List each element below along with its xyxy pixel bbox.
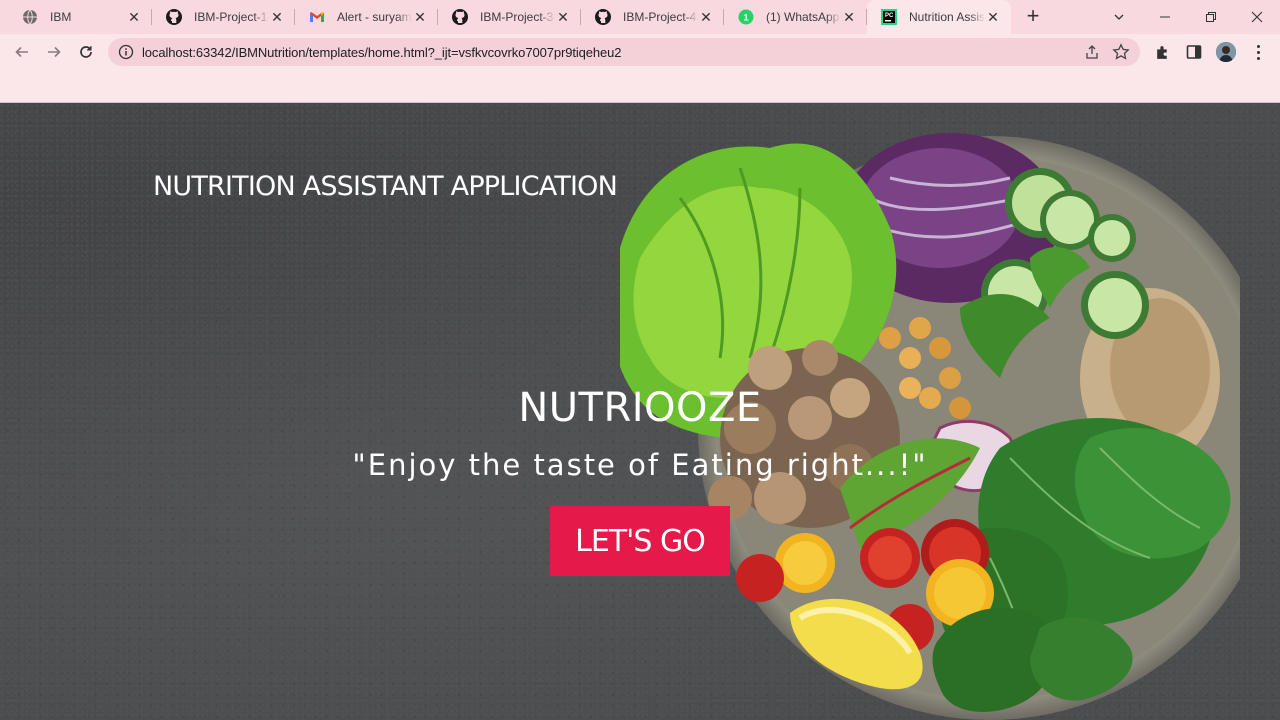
minimize-icon [1160, 16, 1170, 18]
bookmark-star-icon[interactable] [1112, 43, 1130, 61]
browser-toolbar: localhost:63342/IBMNutrition/templates/h… [0, 34, 1280, 70]
tab-github-project-14[interactable]: IBM-Project-14 ✕ [152, 0, 295, 34]
reload-button[interactable] [72, 38, 100, 66]
tab-github-project-30[interactable]: IBM-Project-30 ✕ [438, 0, 581, 34]
new-tab-button[interactable]: + [1021, 5, 1045, 29]
close-tab-icon[interactable]: ✕ [841, 9, 857, 25]
puzzle-icon [1156, 45, 1167, 59]
close-tab-icon[interactable]: ✕ [269, 9, 285, 25]
browser-menu-button[interactable] [1250, 42, 1266, 62]
tab-label: Nutrition Assis [909, 10, 985, 24]
forward-button[interactable] [40, 38, 68, 66]
tab-strip: IBM ✕ IBM-Project-14 ✕ Alert - suryamu ✕… [0, 0, 1280, 34]
side-panel-button[interactable] [1184, 42, 1204, 62]
close-tab-icon[interactable]: ✕ [412, 9, 428, 25]
tab-label: IBM-Project-43 [623, 10, 698, 24]
address-bar[interactable]: localhost:63342/IBMNutrition/templates/h… [108, 38, 1140, 66]
close-tab-icon[interactable]: ✕ [698, 9, 714, 25]
restore-button[interactable] [1188, 0, 1234, 34]
tab-whatsapp[interactable]: 1 (1) WhatsApp ✕ [724, 0, 867, 34]
tab-gmail-alert[interactable]: Alert - suryamu ✕ [295, 0, 438, 34]
extensions-button[interactable] [1152, 42, 1172, 62]
brand-name: NUTRIOOZE [518, 385, 762, 431]
tab-label: Alert - suryamu [337, 10, 412, 24]
tab-github-project-43[interactable]: IBM-Project-43 ✕ [581, 0, 724, 34]
close-tab-icon[interactable]: ✕ [555, 9, 571, 25]
pycharm-icon: PC [881, 9, 897, 25]
tab-label: IBM-Project-14 [194, 10, 269, 24]
reload-icon [80, 46, 92, 58]
close-icon [1251, 11, 1263, 23]
profile-avatar[interactable] [1216, 42, 1236, 62]
svg-text:1: 1 [743, 13, 748, 23]
github-icon [452, 9, 468, 25]
globe-icon [22, 9, 38, 25]
hero-section: NUTRITION ASSISTANT APPLICATION NUTRIOOZ… [0, 103, 1280, 720]
tagline: "Enjoy the taste of Eating right...!" [352, 448, 928, 482]
info-icon[interactable] [118, 44, 134, 60]
tab-label: IBM [50, 10, 72, 24]
app-title: NUTRITION ASSISTANT APPLICATION [153, 171, 618, 202]
close-tab-icon[interactable]: ✕ [126, 9, 142, 25]
restore-icon [1206, 12, 1216, 22]
arrow-left-icon [15, 46, 28, 58]
gmail-icon [309, 9, 325, 25]
tab-label: IBM-Project-30 [480, 10, 555, 24]
close-tab-icon[interactable]: ✕ [985, 9, 1001, 25]
tab-label: (1) WhatsApp [766, 10, 840, 24]
side-panel-icon [1186, 45, 1202, 59]
back-button[interactable] [8, 38, 36, 66]
url-text[interactable]: localhost:63342/IBMNutrition/templates/h… [142, 45, 622, 60]
chevron-down-icon [1114, 14, 1124, 20]
arrow-right-icon [48, 46, 61, 58]
page-top-band [0, 70, 1280, 103]
github-icon [595, 9, 611, 25]
tab-ibm[interactable]: IBM ✕ [8, 0, 152, 34]
github-icon [166, 9, 182, 25]
tab-nutrition-assistant[interactable]: PC Nutrition Assis ✕ [867, 0, 1011, 34]
lets-go-button[interactable]: LET'S GO [550, 506, 730, 576]
close-window-button[interactable] [1234, 0, 1280, 34]
share-icon[interactable] [1084, 44, 1100, 60]
tab-search-button[interactable] [1096, 0, 1142, 34]
avatar-icon [1216, 42, 1236, 62]
minimize-button[interactable] [1142, 0, 1188, 34]
svg-text:PC: PC [885, 13, 894, 19]
whatsapp-icon: 1 [738, 9, 754, 25]
